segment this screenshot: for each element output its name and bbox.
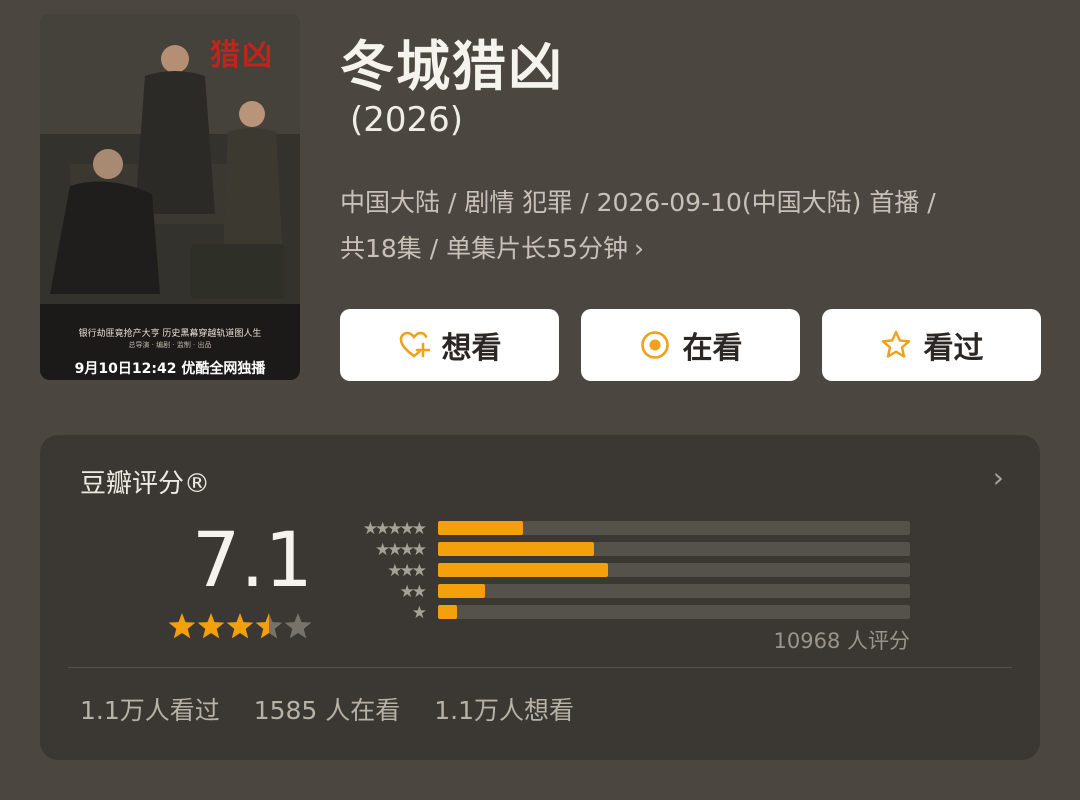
distribution-bar-5-star — [438, 521, 523, 535]
rating-stars — [168, 613, 312, 639]
watching-count[interactable]: 1585 人在看 — [254, 696, 401, 725]
distribution-bar-2-star — [438, 584, 486, 598]
rating-score: 7.1 — [192, 515, 313, 604]
want-to-watch-label: 想看 — [441, 331, 502, 366]
poster-image[interactable]: 猎凶 银行劫匪竟抢产大亨 历史黑幕穿越轨道图人生 总导演 · 编剧 · 监制 ·… — [40, 14, 300, 380]
distribution-label-1-star: ★ — [411, 603, 427, 623]
star-outline-icon — [881, 330, 910, 358]
show-meta[interactable]: 中国大陆 / 剧情 犯罪 / 2026-09-10(中国大陆) 首播 / 共18… — [340, 180, 1040, 272]
star-icon — [255, 613, 283, 639]
distribution-track-5-star — [438, 521, 910, 535]
show-title: 冬城猎凶 — [340, 35, 564, 98]
distribution-label-5-star: ★★★★★ — [362, 519, 427, 539]
meta-line-1: 中国大陆 / 剧情 犯罪 / 2026-09-10(中国大陆) 首播 / — [340, 188, 936, 217]
distribution-track-2-star — [438, 584, 910, 598]
show-year: (2026) — [350, 100, 464, 140]
meta-line-2-text: 共18集 / 单集片长55分钟 — [340, 234, 628, 263]
star-icon — [226, 613, 254, 639]
audience-counts: 1.1万人看过 1585 人在看 1.1万人想看 — [80, 691, 600, 727]
star-icon — [197, 613, 225, 639]
rating-card[interactable]: 豆瓣评分® › 7.1 ★★★★★ ★★★★ ★★★ ★★ ★ 10968 人评分 1.… — [40, 435, 1040, 760]
distribution-bars — [438, 521, 910, 626]
star-icon — [168, 613, 196, 639]
poster-release-text: 9月10日12:42 优酷全网独播 — [74, 361, 266, 377]
distribution-label-4-star: ★★★★ — [375, 540, 427, 560]
watched-label: 看过 — [923, 331, 984, 366]
watched-count[interactable]: 1.1万人看过 — [80, 696, 220, 725]
poster-tagline: 银行劫匪竟抢产大亨 历史黑幕穿越轨道图人生 — [78, 329, 262, 339]
watching-button[interactable]: 在看 — [581, 309, 800, 381]
movie-detail-page: 猎凶 银行劫匪竟抢产大亨 历史黑幕穿越轨道图人生 总导演 · 编剧 · 监制 ·… — [0, 0, 1080, 800]
poster-title-art: 猎凶 — [210, 38, 274, 73]
distribution-track-3-star — [438, 563, 910, 577]
heart-plus-icon — [399, 331, 430, 358]
distribution-label-3-star: ★★★ — [387, 561, 427, 581]
distribution-track-4-star — [438, 542, 910, 556]
want-count[interactable]: 1.1万人想看 — [434, 696, 574, 725]
distribution-labels: ★★★★★ ★★★★ ★★★ ★★ ★ — [332, 519, 427, 624]
rating-card-title: 豆瓣评分® — [80, 469, 211, 499]
watching-label: 在看 — [682, 331, 743, 366]
want-to-watch-button[interactable]: 想看 — [340, 309, 559, 381]
distribution-track-1-star — [438, 605, 910, 619]
target-circle-icon — [640, 331, 669, 359]
poster-credits: 总导演 · 编剧 · 监制 · 出品 — [128, 341, 212, 349]
distribution-label-2-star: ★★ — [399, 582, 427, 602]
chevron-right-icon[interactable]: › — [634, 234, 644, 263]
divider — [68, 667, 1012, 668]
chevron-right-icon[interactable]: › — [993, 461, 1004, 494]
star-icon — [284, 613, 312, 639]
rating-count: 10968 人评分 — [773, 629, 910, 653]
watched-button[interactable]: 看过 — [822, 309, 1041, 381]
meta-line-2: 共18集 / 单集片长55分钟 › — [340, 226, 1040, 272]
distribution-bar-3-star — [438, 563, 608, 577]
distribution-bar-4-star — [438, 542, 594, 556]
distribution-bar-1-star — [438, 605, 457, 619]
